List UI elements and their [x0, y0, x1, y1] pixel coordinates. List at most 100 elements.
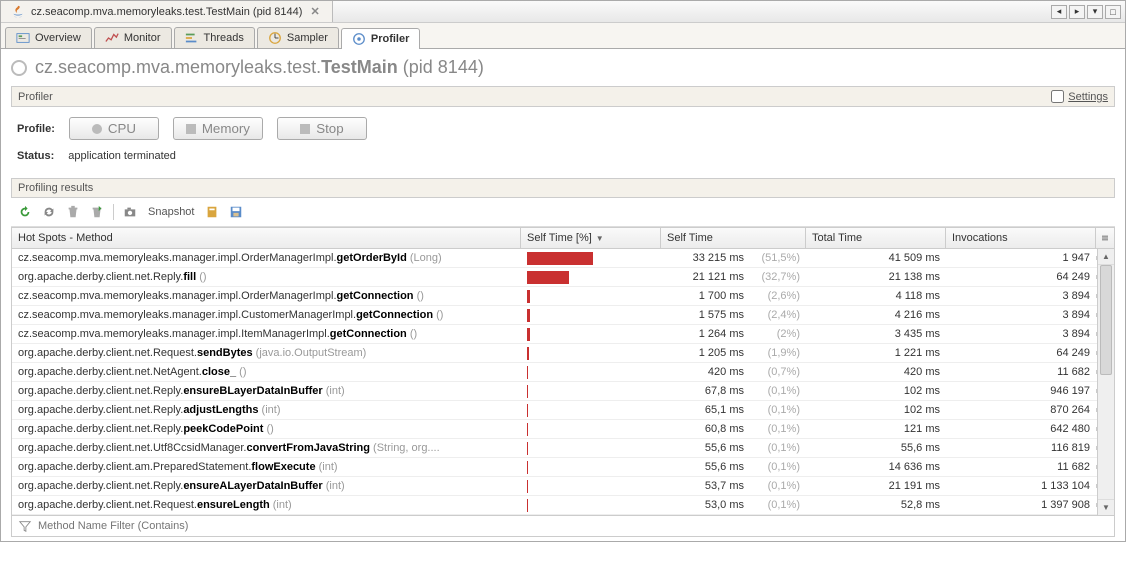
cell-totaltime: 4 216 ms	[806, 307, 946, 323]
auto-refresh-button[interactable]	[39, 202, 59, 222]
cpu-button[interactable]: CPU	[69, 117, 159, 140]
tab-sampler[interactable]: Sampler	[257, 27, 339, 48]
page-title-pkg: cz.seacomp.mva.memoryleaks.test.	[35, 57, 321, 77]
cell-selftime: 1 700 ms(2,6%)	[661, 288, 806, 304]
titlebar: cz.seacomp.mva.memoryleaks.test.TestMain…	[1, 1, 1125, 23]
next-button[interactable]: ▸	[1069, 5, 1085, 19]
col-totaltime[interactable]: Total Time	[806, 228, 946, 248]
status-row: Status: application terminated	[11, 146, 1115, 172]
table-row[interactable]: cz.seacomp.mva.memoryleaks.manager.impl.…	[12, 287, 1114, 306]
table-row[interactable]: org.apache.derby.client.net.Reply.ensure…	[12, 382, 1114, 401]
cell-totaltime: 14 636 ms	[806, 459, 946, 475]
scroll-down-button[interactable]: ▼	[1098, 499, 1114, 515]
cell-invocations: 11 682	[946, 364, 1096, 380]
save-button[interactable]	[226, 202, 246, 222]
refresh-button[interactable]	[15, 202, 35, 222]
scroll-track[interactable]	[1098, 265, 1114, 499]
refresh-icon	[18, 205, 32, 219]
app-tabs: Overview Monitor Threads Sampler Profile…	[1, 23, 1125, 49]
col-selftime-pct[interactable]: Self Time [%]▼	[521, 228, 661, 248]
cell-bar	[521, 326, 661, 343]
settings-toggle[interactable]: Settings	[1051, 90, 1108, 103]
table-row[interactable]: org.apache.derby.client.net.Request.ensu…	[12, 496, 1114, 515]
page-title-pid: (pid 8144)	[398, 57, 484, 77]
memory-button[interactable]: Memory	[173, 117, 263, 140]
cell-invocations: 11 682	[946, 459, 1096, 475]
table-row[interactable]: cz.seacomp.mva.memoryleaks.manager.impl.…	[12, 325, 1114, 344]
table-row[interactable]: org.apache.derby.client.net.Utf8CcsidMan…	[12, 439, 1114, 458]
table-row[interactable]: org.apache.derby.client.net.Reply.ensure…	[12, 477, 1114, 496]
cell-bar	[521, 288, 661, 305]
cell-selftime: 1 205 ms(1,9%)	[661, 345, 806, 361]
table-row[interactable]: org.apache.derby.client.net.NetAgent.clo…	[12, 363, 1114, 382]
sort-desc-icon: ▼	[596, 234, 604, 243]
snapshot-button[interactable]	[120, 202, 140, 222]
tab-overview[interactable]: Overview	[5, 27, 92, 48]
cell-method: cz.seacomp.mva.memoryleaks.manager.impl.…	[12, 326, 521, 342]
cell-selftime: 21 121 ms(32,7%)	[661, 269, 806, 285]
cell-invocations: 3 894	[946, 307, 1096, 323]
table-row[interactable]: cz.seacomp.mva.memoryleaks.manager.impl.…	[12, 306, 1114, 325]
col-picker-button[interactable]	[1096, 228, 1114, 248]
snapshot-label[interactable]: Snapshot	[144, 206, 198, 218]
col-invocations[interactable]: Invocations	[946, 228, 1096, 248]
overview-icon	[16, 31, 30, 45]
cell-totaltime: 41 509 ms	[806, 250, 946, 266]
cell-selftime: 1 264 ms(2%)	[661, 326, 806, 342]
table-row[interactable]: org.apache.derby.client.am.PreparedState…	[12, 458, 1114, 477]
stop-button[interactable]: Stop	[277, 117, 367, 140]
cell-invocations: 946 197	[946, 383, 1096, 399]
tab-threads[interactable]: Threads	[174, 27, 255, 48]
cell-invocations: 1 947	[946, 250, 1096, 266]
camera-icon	[123, 205, 137, 219]
export-icon	[205, 205, 219, 219]
cell-invocations: 116 819	[946, 440, 1096, 456]
stop-icon	[300, 124, 310, 134]
tab-monitor[interactable]: Monitor	[94, 27, 172, 48]
prev-button[interactable]: ◂	[1051, 5, 1067, 19]
gc-button[interactable]	[87, 202, 107, 222]
columns-icon	[1102, 233, 1108, 243]
delete-button[interactable]	[63, 202, 83, 222]
cell-totaltime: 21 191 ms	[806, 478, 946, 494]
results-toolbar: Snapshot	[11, 198, 1115, 227]
cell-invocations: 3 894	[946, 326, 1096, 342]
page-title-class: TestMain	[321, 57, 398, 77]
cell-bar	[521, 478, 661, 495]
cell-method: org.apache.derby.client.net.Utf8CcsidMan…	[12, 440, 521, 456]
export-button[interactable]	[202, 202, 222, 222]
cell-method: org.apache.derby.client.net.Reply.peekCo…	[12, 421, 521, 437]
vertical-scrollbar[interactable]: ▲ ▼	[1097, 249, 1114, 515]
method-filter-input[interactable]	[38, 520, 1108, 532]
cell-method: org.apache.derby.client.net.Request.ensu…	[12, 497, 521, 513]
cell-invocations: 870 264	[946, 402, 1096, 418]
cell-method: org.apache.derby.client.net.NetAgent.clo…	[12, 364, 521, 380]
col-method[interactable]: Hot Spots - Method	[12, 228, 521, 248]
cell-bar	[521, 421, 661, 438]
cell-bar	[521, 402, 661, 419]
title-tab[interactable]: cz.seacomp.mva.memoryleaks.test.TestMain…	[1, 1, 333, 22]
col-selftime[interactable]: Self Time	[661, 228, 806, 248]
status-label: Status:	[17, 150, 54, 162]
page-heading: cz.seacomp.mva.memoryleaks.test.TestMain…	[11, 57, 1115, 78]
scroll-thumb[interactable]	[1100, 265, 1112, 375]
table-row[interactable]: org.apache.derby.client.net.Reply.adjust…	[12, 401, 1114, 420]
gc-icon	[90, 205, 104, 219]
settings-checkbox[interactable]	[1051, 90, 1064, 103]
table-row[interactable]: org.apache.derby.client.net.Reply.peekCo…	[12, 420, 1114, 439]
maximize-button[interactable]: □	[1105, 5, 1121, 19]
dot-icon	[92, 124, 102, 134]
cell-method: org.apache.derby.client.net.Reply.adjust…	[12, 402, 521, 418]
scroll-up-button[interactable]: ▲	[1098, 249, 1114, 265]
minimize-button[interactable]: ▾	[1087, 5, 1103, 19]
section-title: Profiler	[18, 91, 53, 103]
table-row[interactable]: org.apache.derby.client.net.Request.send…	[12, 344, 1114, 363]
tab-label: Profiler	[371, 33, 410, 45]
cell-method: org.apache.derby.client.am.PreparedState…	[12, 459, 521, 475]
cell-selftime: 67,8 ms(0,1%)	[661, 383, 806, 399]
tab-profiler[interactable]: Profiler	[341, 28, 421, 49]
table-row[interactable]: cz.seacomp.mva.memoryleaks.manager.impl.…	[12, 249, 1114, 268]
tab-close-icon[interactable]: ✕	[308, 5, 321, 18]
save-icon	[229, 205, 243, 219]
table-row[interactable]: org.apache.derby.client.net.Reply.fill (…	[12, 268, 1114, 287]
